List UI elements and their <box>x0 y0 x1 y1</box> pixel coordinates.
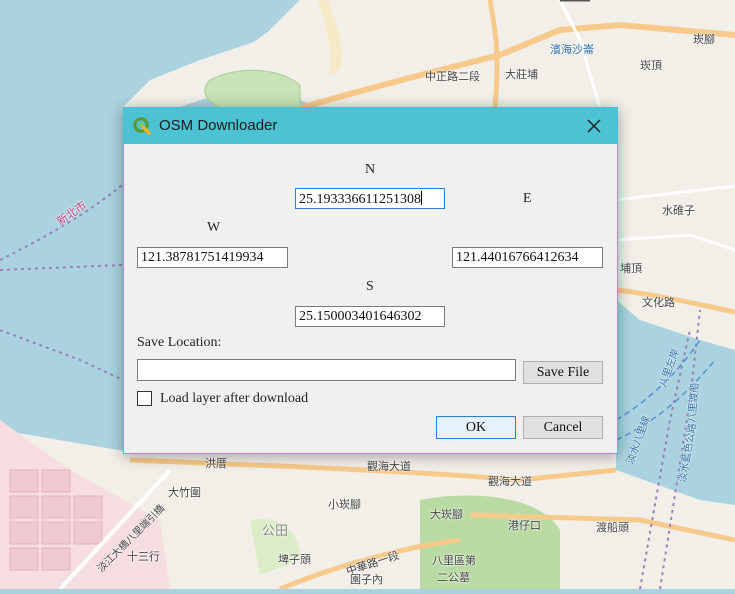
qgis-logo-icon <box>133 117 151 135</box>
load-layer-label[interactable]: Load layer after download <box>160 391 308 407</box>
map-label: 崁腳 <box>693 33 715 46</box>
west-input[interactable]: 121.38781751419934 <box>137 247 288 268</box>
ok-button[interactable]: OK <box>436 416 516 439</box>
map-label: 大崁腳 <box>430 508 463 521</box>
cancel-button[interactable]: Cancel <box>523 416 603 439</box>
map-label: 中正路二段 <box>425 70 480 83</box>
close-button[interactable] <box>571 108 617 144</box>
map-label: 大竹圍 <box>168 486 201 499</box>
map-label: 公田 <box>262 524 289 539</box>
map-label: 觀海大道 <box>488 475 532 488</box>
load-layer-checkbox[interactable] <box>137 391 152 406</box>
map-label: 十三行 <box>127 550 160 563</box>
save-file-button[interactable]: Save File <box>523 361 603 384</box>
map-label: 埤子頭 <box>278 553 311 566</box>
map-label: 濱海沙崙 <box>550 43 594 56</box>
save-location-input[interactable] <box>137 359 516 381</box>
osm-downloader-dialog: OSM Downloader N 25.193336611251308 E W … <box>123 107 618 454</box>
map-label: 八里區第 <box>432 554 476 567</box>
south-input[interactable]: 25.150003401646302 <box>295 306 445 327</box>
map-label: 園子內 <box>350 573 383 586</box>
east-label: E <box>523 191 532 206</box>
map-label: 大莊埔 <box>505 68 538 81</box>
map-label: 洪厝 <box>205 457 227 470</box>
south-label: S <box>366 279 374 294</box>
east-input[interactable]: 121.44016766412634 <box>452 247 603 268</box>
text-caret <box>420 191 422 205</box>
map-label: 水碓子 <box>662 204 695 217</box>
map-label: 二公墓 <box>437 571 470 584</box>
save-location-label: Save Location: <box>137 335 222 350</box>
north-input[interactable]: 25.193336611251308 <box>295 188 445 209</box>
map-label: 渡船頭 <box>596 521 629 534</box>
map-label: 崁頂 <box>640 59 662 72</box>
map-label: 觀海大道 <box>367 460 411 473</box>
map-label: 小崁腳 <box>328 498 361 511</box>
map-label: 港仔口 <box>508 519 541 532</box>
dialog-titlebar[interactable]: OSM Downloader <box>124 108 617 144</box>
west-label: W <box>207 220 221 235</box>
map-label: 埔頂 <box>620 262 642 275</box>
north-input-value: 25.193336611251308 <box>299 192 421 207</box>
close-icon <box>587 119 601 133</box>
north-label: N <box>365 162 376 177</box>
map-label: 文化路 <box>642 296 675 309</box>
dialog-title: OSM Downloader <box>159 117 278 134</box>
